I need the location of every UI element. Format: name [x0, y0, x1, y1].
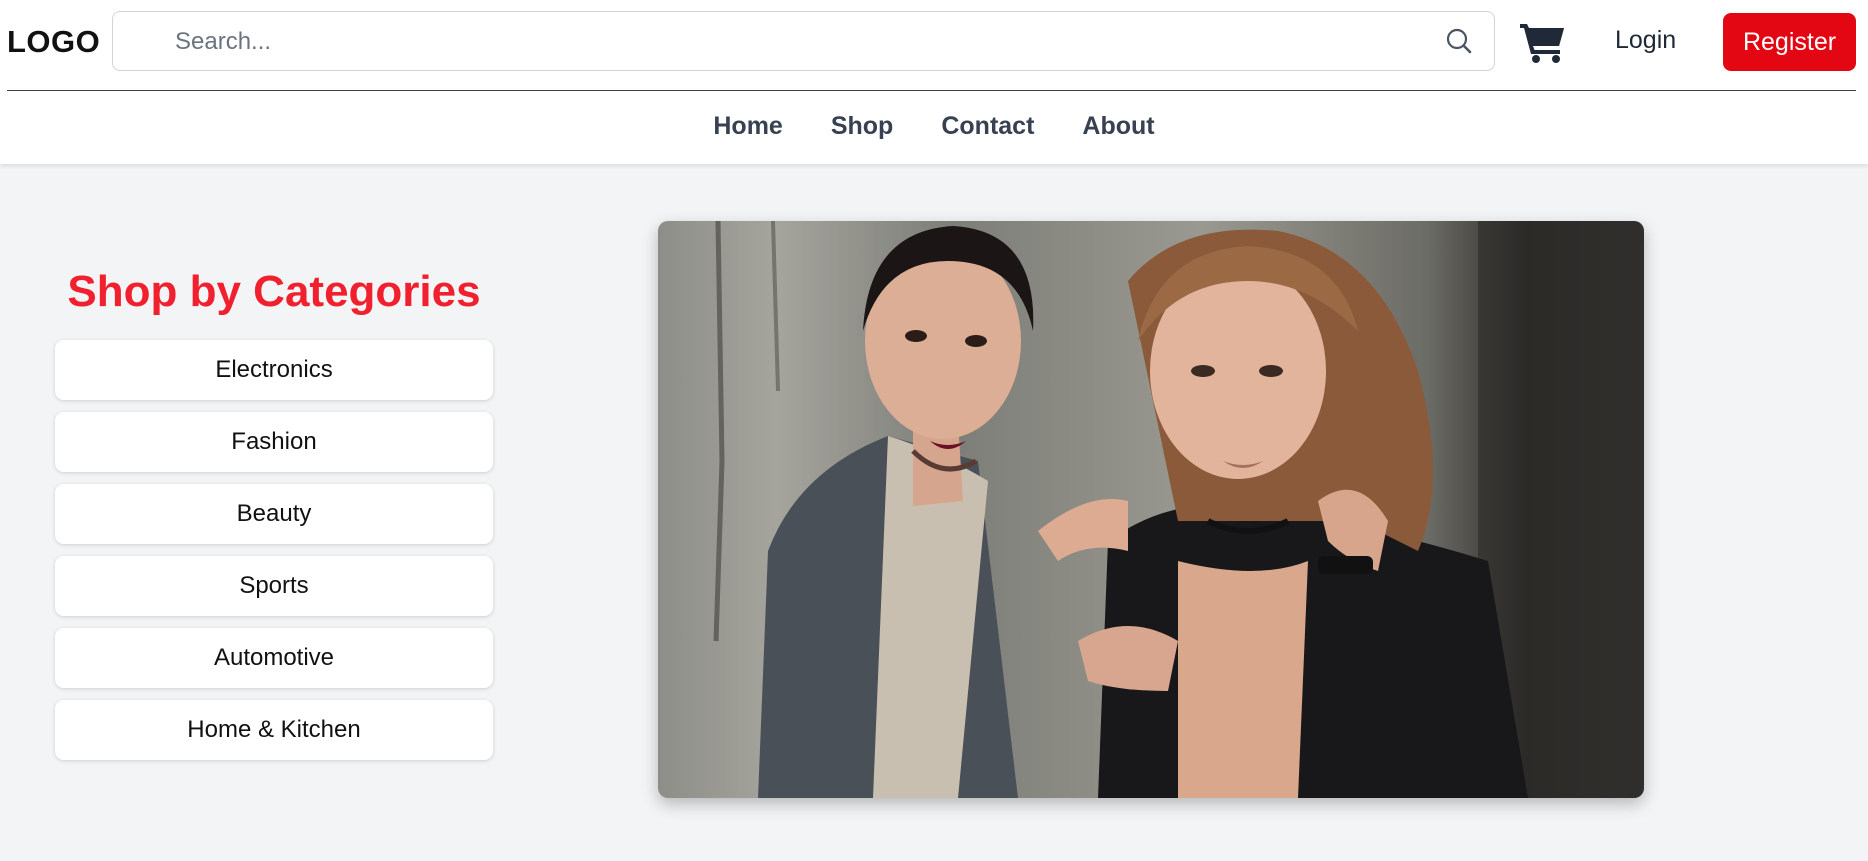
category-automotive[interactable]: Automotive — [55, 628, 493, 688]
categories-title: Shop by Categories — [67, 267, 481, 316]
site-header: LOGO Login Register Home Shop Contact Ab… — [0, 0, 1868, 164]
header-divider — [7, 90, 1856, 91]
search-icon[interactable] — [1444, 26, 1474, 56]
nav-shop[interactable]: Shop — [831, 112, 894, 148]
category-home-kitchen[interactable]: Home & Kitchen — [55, 700, 493, 760]
login-link[interactable]: Login — [1615, 26, 1676, 55]
cart-icon[interactable] — [1518, 20, 1568, 64]
category-fashion[interactable]: Fashion — [55, 412, 493, 472]
category-electronics[interactable]: Electronics — [55, 340, 493, 400]
nav-about[interactable]: About — [1082, 112, 1154, 148]
register-button[interactable]: Register — [1723, 13, 1856, 71]
search-bar — [112, 11, 1495, 72]
category-sports[interactable]: Sports — [55, 556, 493, 616]
nav-contact[interactable]: Contact — [941, 112, 1034, 148]
category-beauty[interactable]: Beauty — [55, 484, 493, 544]
hero-photo-illustration — [713, 221, 1644, 798]
categories-panel: Shop by Categories Electronics Fashion B… — [55, 262, 493, 772]
search-input[interactable] — [173, 12, 1407, 72]
main-nav: Home Shop Contact About — [0, 112, 1868, 148]
logo[interactable]: LOGO — [7, 24, 100, 60]
hero-image — [658, 221, 1644, 798]
nav-home[interactable]: Home — [713, 112, 782, 148]
